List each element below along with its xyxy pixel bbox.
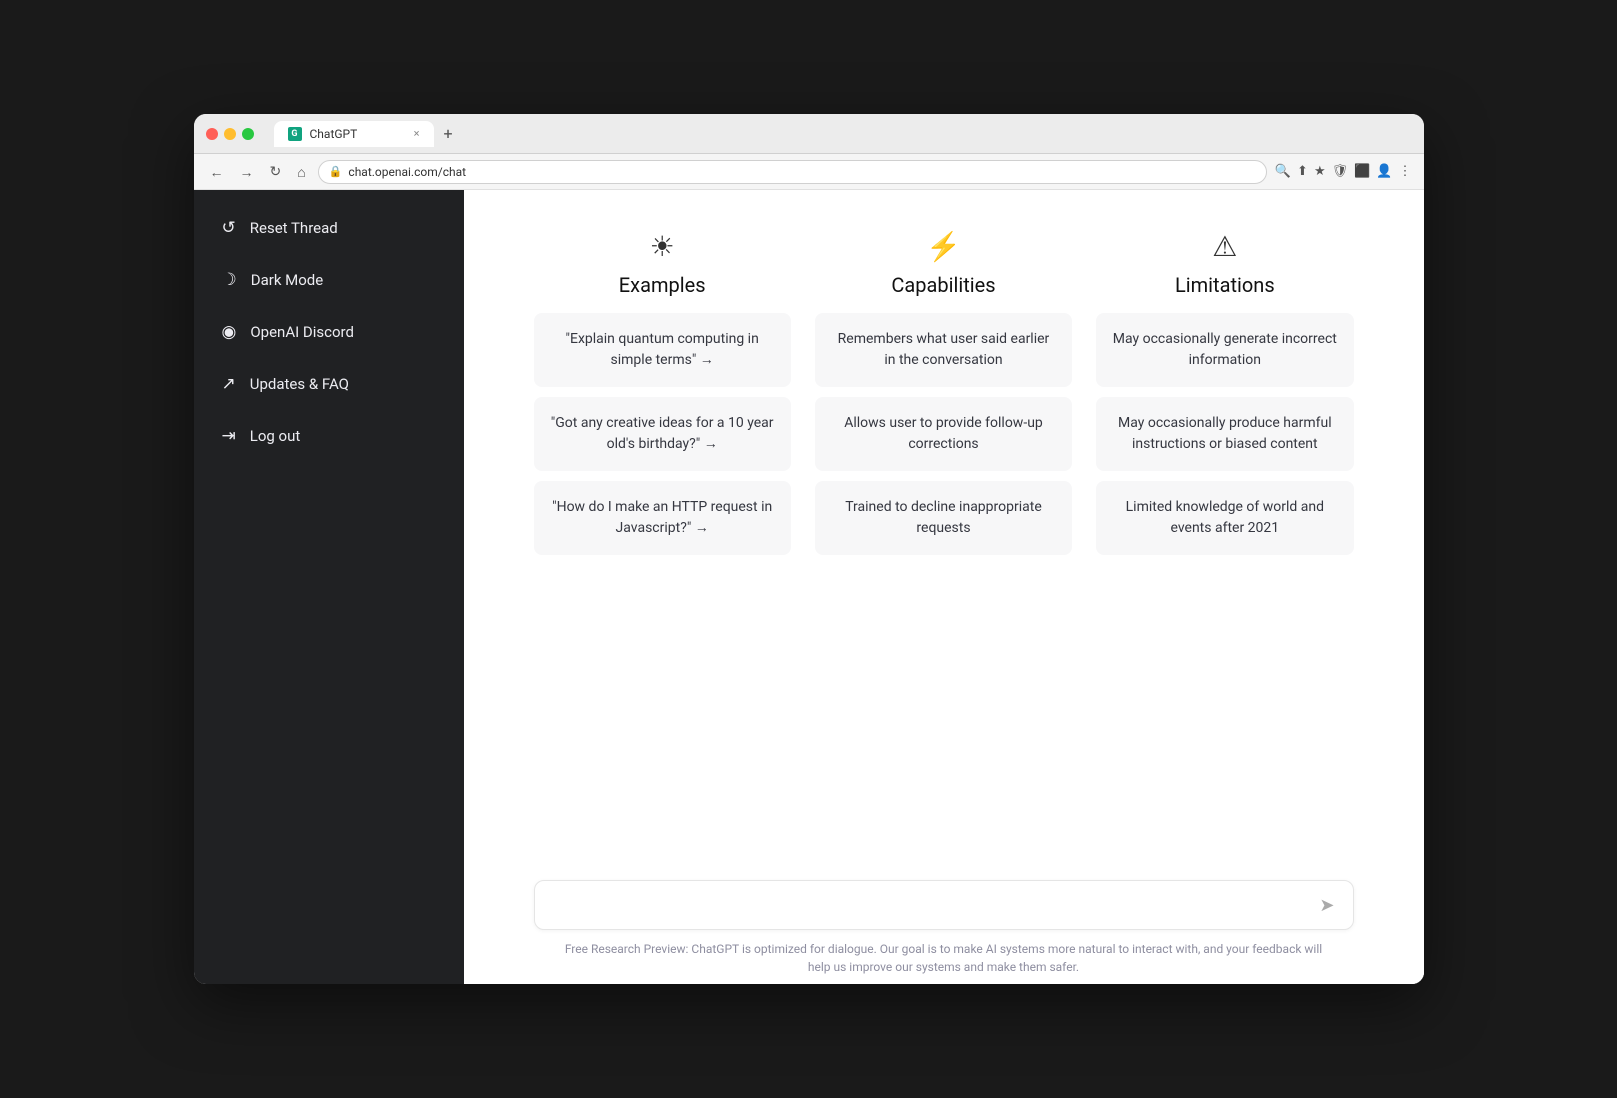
back-button[interactable]: ←	[206, 162, 228, 182]
profile-icon[interactable]: 👤	[1376, 164, 1392, 179]
logout-icon: ⇥	[222, 426, 236, 446]
discord-icon: ◉	[222, 322, 237, 342]
sidebar-label-updates: Updates & FAQ	[250, 375, 349, 393]
browser-toolbar: ← → ↻ ⌂ 🔒 chat.openai.com/chat 🔍 ⬆ ★ 🛡 ⬛…	[194, 154, 1424, 190]
sidebar-item-updates[interactable]: ↗ Updates & FAQ	[202, 360, 456, 408]
sidebar-label-discord: OpenAI Discord	[250, 323, 354, 341]
external-link-icon: ↗	[222, 374, 236, 394]
sidebar-label-dark-mode: Dark Mode	[251, 271, 323, 289]
active-tab[interactable]: G ChatGPT ×	[274, 121, 434, 147]
maximize-button[interactable]	[242, 128, 254, 140]
examples-header: ☀ Examples	[534, 230, 791, 297]
example-card-1[interactable]: "Explain quantum computing in simple ter…	[534, 313, 791, 387]
tab-title: ChatGPT	[310, 127, 358, 141]
sidebar-label-reset: Reset Thread	[250, 219, 338, 237]
close-button[interactable]	[206, 128, 218, 140]
capability-card-3: Trained to decline inappropriate request…	[815, 481, 1072, 555]
chat-input[interactable]	[549, 893, 1316, 917]
limitations-title: Limitations	[1096, 273, 1353, 297]
example-card-2[interactable]: "Got any creative ideas for a 10 year ol…	[534, 397, 791, 471]
share-icon[interactable]: ⬆	[1297, 164, 1308, 179]
sidebar: ↺ Reset Thread ☽ Dark Mode ◉ OpenAI Disc…	[194, 190, 464, 984]
reset-icon: ↺	[222, 218, 236, 238]
capability-card-2: Allows user to provide follow-up correct…	[815, 397, 1072, 471]
capabilities-cards: Remembers what user said earlier in the …	[815, 313, 1072, 555]
capabilities-title: Capabilities	[815, 273, 1072, 297]
capabilities-header: ⚡ Capabilities	[815, 230, 1072, 297]
examples-cards: "Explain quantum computing in simple ter…	[534, 313, 791, 555]
bookmark-icon[interactable]: ★	[1314, 164, 1326, 179]
url-text: chat.openai.com/chat	[348, 165, 466, 179]
browser-window: G ChatGPT × + ← → ↻ ⌂ 🔒 chat.openai.com/…	[194, 114, 1424, 984]
limitations-column: ⚠ Limitations May occasionally generate …	[1096, 230, 1353, 555]
forward-button[interactable]: →	[236, 162, 258, 182]
lightning-icon: ⚡	[815, 230, 1072, 263]
examples-column: ☀ Examples "Explain quantum computing in…	[534, 230, 791, 555]
sidebar-item-logout[interactable]: ⇥ Log out	[202, 412, 456, 460]
sidebar-label-logout: Log out	[250, 427, 301, 445]
tab-close-icon[interactable]: ×	[414, 127, 420, 140]
new-tab-button[interactable]: +	[438, 122, 459, 145]
footer-text: Free Research Preview: ChatGPT is optimi…	[554, 940, 1334, 976]
menu-icon[interactable]: ⋮	[1399, 164, 1412, 179]
shield-icon[interactable]: 🛡	[1332, 164, 1349, 179]
limitation-card-1: May occasionally generate incorrect info…	[1096, 313, 1353, 387]
sidebar-item-reset-thread[interactable]: ↺ Reset Thread	[202, 204, 456, 252]
tab-favicon: G	[288, 127, 302, 141]
sidebar-item-discord[interactable]: ◉ OpenAI Discord	[202, 308, 456, 356]
main-content: ☀ Examples "Explain quantum computing in…	[464, 190, 1424, 984]
sidebar-item-dark-mode[interactable]: ☽ Dark Mode	[202, 256, 456, 304]
extensions-icon[interactable]: ⬛	[1354, 164, 1370, 179]
limitation-card-2: May occasionally produce harmful instruc…	[1096, 397, 1353, 471]
traffic-lights	[206, 128, 254, 140]
sun-icon: ☀	[534, 230, 791, 263]
tab-bar: G ChatGPT × +	[274, 121, 1412, 147]
welcome-grid: ☀ Examples "Explain quantum computing in…	[534, 230, 1354, 555]
input-wrapper: ➤	[534, 880, 1354, 930]
minimize-button[interactable]	[224, 128, 236, 140]
app-container: ↺ Reset Thread ☽ Dark Mode ◉ OpenAI Disc…	[194, 190, 1424, 984]
capability-card-1: Remembers what user said earlier in the …	[815, 313, 1072, 387]
limitation-card-3: Limited knowledge of world and events af…	[1096, 481, 1353, 555]
refresh-button[interactable]: ↻	[266, 161, 286, 182]
lock-icon: 🔒	[329, 165, 343, 178]
limitations-cards: May occasionally generate incorrect info…	[1096, 313, 1353, 555]
search-icon[interactable]: 🔍	[1275, 164, 1291, 179]
address-bar[interactable]: 🔒 chat.openai.com/chat	[318, 160, 1267, 184]
moon-icon: ☽	[222, 270, 237, 290]
limitations-header: ⚠ Limitations	[1096, 230, 1353, 297]
send-button[interactable]: ➤	[1315, 895, 1338, 916]
home-button[interactable]: ⌂	[293, 162, 309, 182]
input-area: ➤ Free Research Preview: ChatGPT is opti…	[464, 864, 1424, 984]
examples-title: Examples	[534, 273, 791, 297]
toolbar-actions: 🔍 ⬆ ★ 🛡 ⬛ 👤 ⋮	[1275, 164, 1412, 179]
chat-area: ☀ Examples "Explain quantum computing in…	[464, 190, 1424, 864]
browser-titlebar: G ChatGPT × +	[194, 114, 1424, 154]
warning-icon: ⚠	[1096, 230, 1353, 263]
example-card-3[interactable]: "How do I make an HTTP request in Javasc…	[534, 481, 791, 555]
capabilities-column: ⚡ Capabilities Remembers what user said …	[815, 230, 1072, 555]
